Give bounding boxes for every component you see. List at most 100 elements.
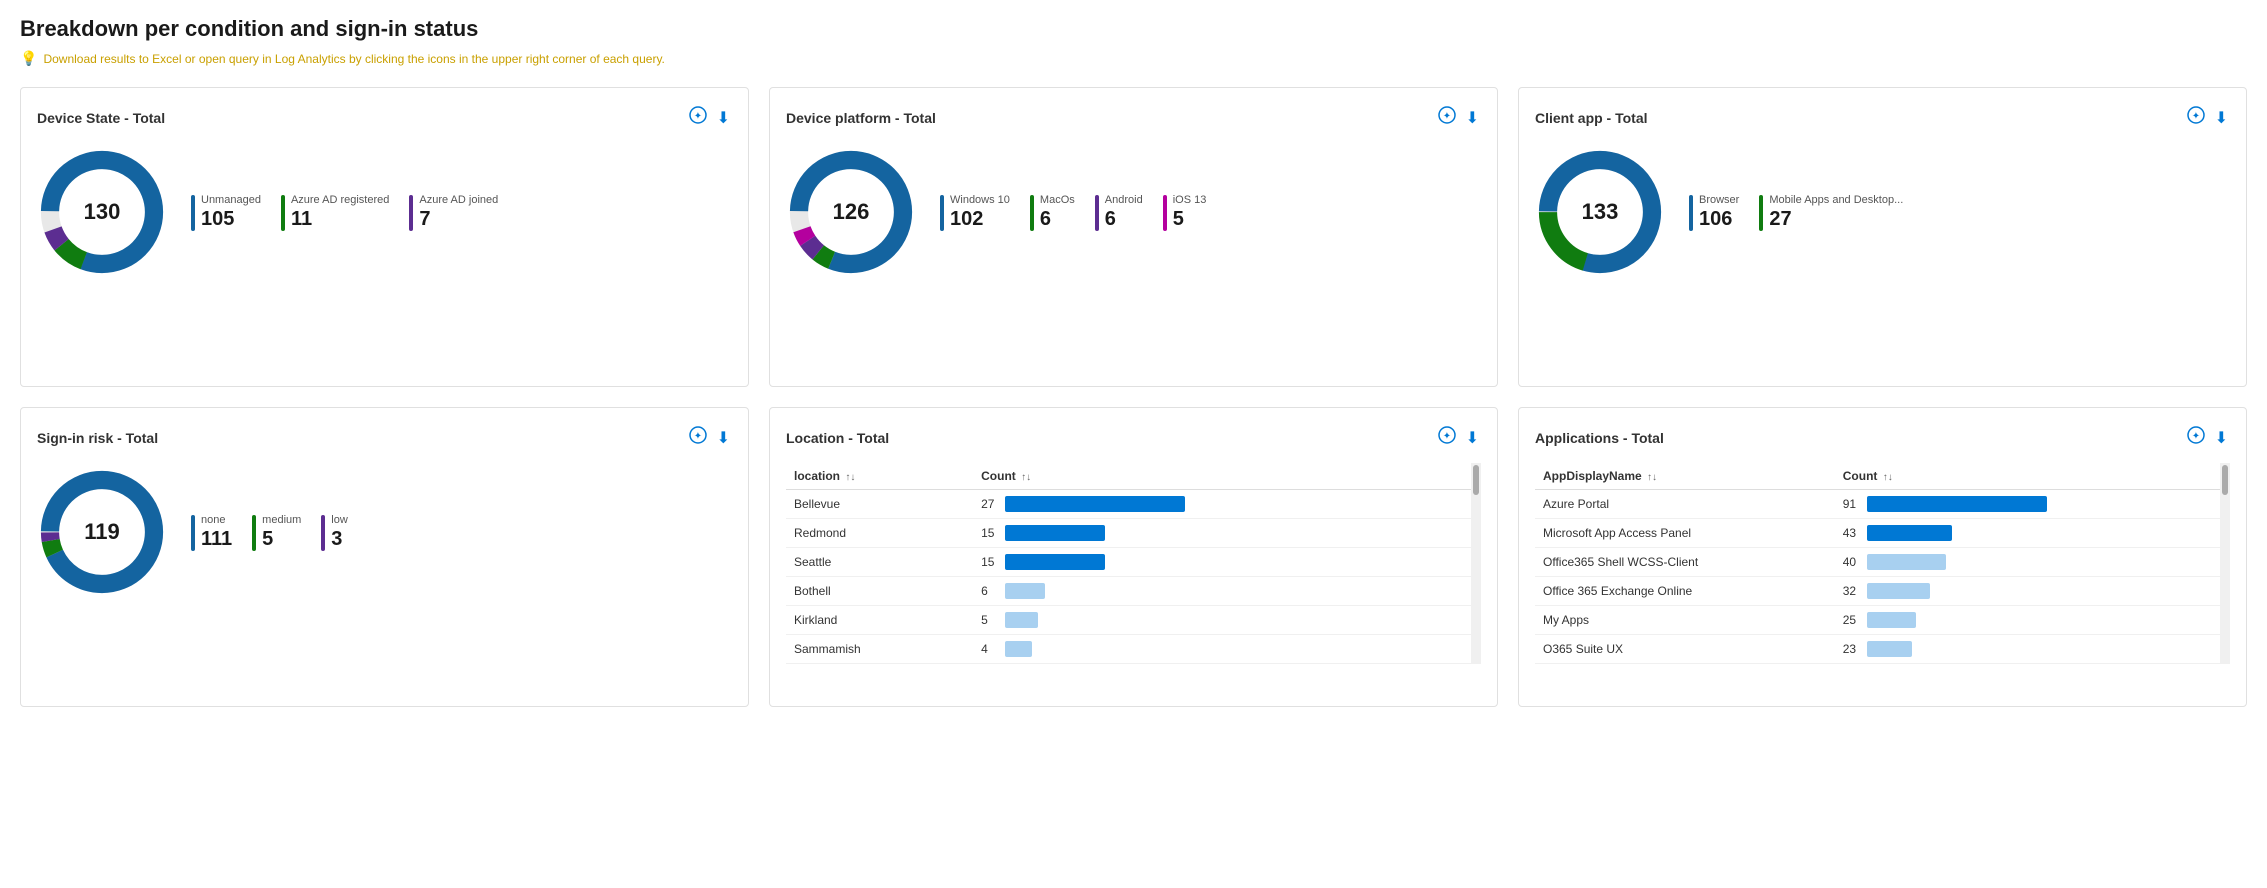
- legend-mobile-apps: Mobile Apps and Desktop... 27: [1759, 193, 1903, 231]
- svg-text:✦: ✦: [1442, 111, 1450, 122]
- legend-mobile-apps-color: [1759, 195, 1763, 231]
- applications-download-btn[interactable]: ⬇: [2213, 424, 2230, 451]
- legend-medium-color: [252, 515, 256, 551]
- device-state-chart-row: 130 Unmanaged 105 Azure AD registered 11: [37, 147, 732, 277]
- legend-aad-reg-label: Azure AD registered: [291, 193, 389, 207]
- location-row: Sammamish 4: [786, 635, 1471, 664]
- svg-text:✦: ✦: [2191, 111, 2199, 122]
- device-platform-total: 126: [833, 199, 870, 225]
- info-text: Download results to Excel or open query …: [43, 52, 664, 66]
- location-row: Bothell 6: [786, 577, 1471, 606]
- signin-risk-download-btn[interactable]: ⬇: [715, 424, 732, 451]
- signin-risk-card: Sign-in risk - Total ✦ ⬇ 119: [20, 407, 749, 707]
- legend-ios13-value: 5: [1173, 207, 1207, 231]
- device-platform-legend: Windows 10 102 MacOs 6 Android 6: [940, 193, 1206, 231]
- dashboard-grid: Device State - Total ✦ ⬇: [20, 87, 2247, 707]
- legend-win10-label: Windows 10: [950, 193, 1010, 207]
- client-app-title: Client app - Total: [1535, 110, 1648, 126]
- device-platform-download-btn[interactable]: ⬇: [1464, 104, 1481, 131]
- info-icon: 💡: [20, 50, 37, 67]
- legend-aad-joined-value: 7: [419, 207, 498, 231]
- applications-table-container: AppDisplayName ↑↓ Count ↑↓ Azure Portal …: [1535, 463, 2230, 664]
- location-table-container: location ↑↓ Count ↑↓ Bellevue 27 Redmond…: [786, 463, 1481, 664]
- applications-scrollbar[interactable]: [2220, 463, 2230, 664]
- legend-low-label: low: [331, 513, 348, 527]
- location-cell-count: 5: [973, 606, 1471, 635]
- location-scrollbar-thumb[interactable]: [1473, 465, 1479, 495]
- location-download-btn[interactable]: ⬇: [1464, 424, 1481, 451]
- app-cell-count: 32: [1835, 577, 2220, 606]
- applications-header: Applications - Total ✦ ⬇: [1535, 424, 2230, 451]
- app-row: My Apps 25: [1535, 606, 2220, 635]
- legend-win10-value: 102: [950, 207, 1010, 231]
- applications-card: Applications - Total ✦ ⬇ AppDisplayName …: [1518, 407, 2247, 707]
- legend-android: Android 6: [1095, 193, 1143, 231]
- signin-risk-title: Sign-in risk - Total: [37, 430, 158, 446]
- app-cell-name: Azure Portal: [1535, 490, 1835, 519]
- signin-risk-header: Sign-in risk - Total ✦ ⬇: [37, 424, 732, 451]
- device-state-download-btn[interactable]: ⬇: [715, 104, 732, 131]
- legend-medium-value: 5: [262, 527, 301, 551]
- device-state-title: Device State - Total: [37, 110, 165, 126]
- device-platform-card: Device platform - Total ✦ ⬇ 126: [769, 87, 1498, 387]
- legend-ios13-label: iOS 13: [1173, 193, 1207, 207]
- app-name-sort-icon: ↑↓: [1647, 472, 1657, 483]
- legend-unmanaged-color: [191, 195, 195, 231]
- applications-actions: ✦ ⬇: [2185, 424, 2230, 451]
- info-bar: 💡 Download results to Excel or open quer…: [20, 50, 2247, 67]
- app-cell-name: Microsoft App Access Panel: [1535, 519, 1835, 548]
- client-app-query-btn[interactable]: ✦: [2185, 104, 2207, 131]
- legend-ios13: iOS 13 5: [1163, 193, 1207, 231]
- device-state-query-btn[interactable]: ✦: [687, 104, 709, 131]
- signin-risk-query-btn[interactable]: ✦: [687, 424, 709, 451]
- legend-none-color: [191, 515, 195, 551]
- app-col-count[interactable]: Count ↑↓: [1835, 463, 2220, 490]
- location-row: Bellevue 27: [786, 490, 1471, 519]
- legend-mobile-apps-label: Mobile Apps and Desktop...: [1769, 193, 1903, 207]
- location-col-location[interactable]: location ↑↓: [786, 463, 973, 490]
- count-sort-icon: ↑↓: [1021, 472, 1031, 483]
- device-state-donut: 130: [37, 147, 167, 277]
- legend-browser-value: 106: [1699, 207, 1739, 231]
- client-app-actions: ✦ ⬇: [2185, 104, 2230, 131]
- app-count-sort-icon: ↑↓: [1883, 472, 1893, 483]
- client-app-download-btn[interactable]: ⬇: [2213, 104, 2230, 131]
- legend-low: low 3: [321, 513, 348, 551]
- signin-risk-chart-row: 119 none 111 medium 5: [37, 467, 732, 597]
- location-title: Location - Total: [786, 430, 889, 446]
- legend-medium: medium 5: [252, 513, 301, 551]
- device-platform-query-btn[interactable]: ✦: [1436, 104, 1458, 131]
- legend-medium-label: medium: [262, 513, 301, 527]
- app-col-name[interactable]: AppDisplayName ↑↓: [1535, 463, 1835, 490]
- page-title: Breakdown per condition and sign-in stat…: [20, 16, 2247, 42]
- location-cell-name: Seattle: [786, 548, 973, 577]
- location-col-count[interactable]: Count ↑↓: [973, 463, 1471, 490]
- location-query-btn[interactable]: ✦: [1436, 424, 1458, 451]
- signin-risk-total: 119: [84, 519, 120, 545]
- app-row: O365 Suite UX 23: [1535, 635, 2220, 664]
- client-app-total: 133: [1582, 199, 1619, 225]
- location-cell-count: 27: [973, 490, 1471, 519]
- app-row: Microsoft App Access Panel 43: [1535, 519, 2220, 548]
- legend-macos-color: [1030, 195, 1034, 231]
- app-cell-count: 25: [1835, 606, 2220, 635]
- applications-query-btn[interactable]: ✦: [2185, 424, 2207, 451]
- location-row: Seattle 15: [786, 548, 1471, 577]
- legend-none-label: none: [201, 513, 232, 527]
- legend-mobile-apps-value: 27: [1769, 207, 1903, 231]
- signin-risk-actions: ✦ ⬇: [687, 424, 732, 451]
- legend-macos: MacOs 6: [1030, 193, 1075, 231]
- applications-scrollbar-thumb[interactable]: [2222, 465, 2228, 495]
- svg-text:✦: ✦: [1442, 431, 1450, 442]
- legend-low-value: 3: [331, 527, 348, 551]
- device-state-actions: ✦ ⬇: [687, 104, 732, 131]
- device-state-header: Device State - Total ✦ ⬇: [37, 104, 732, 131]
- app-cell-count: 91: [1835, 490, 2220, 519]
- app-cell-count: 23: [1835, 635, 2220, 664]
- location-scrollbar[interactable]: [1471, 463, 1481, 664]
- location-cell-count: 15: [973, 519, 1471, 548]
- client-app-header: Client app - Total ✦ ⬇: [1535, 104, 2230, 131]
- app-row: Azure Portal 91: [1535, 490, 2220, 519]
- app-cell-count: 40: [1835, 548, 2220, 577]
- legend-unmanaged: Unmanaged 105: [191, 193, 261, 231]
